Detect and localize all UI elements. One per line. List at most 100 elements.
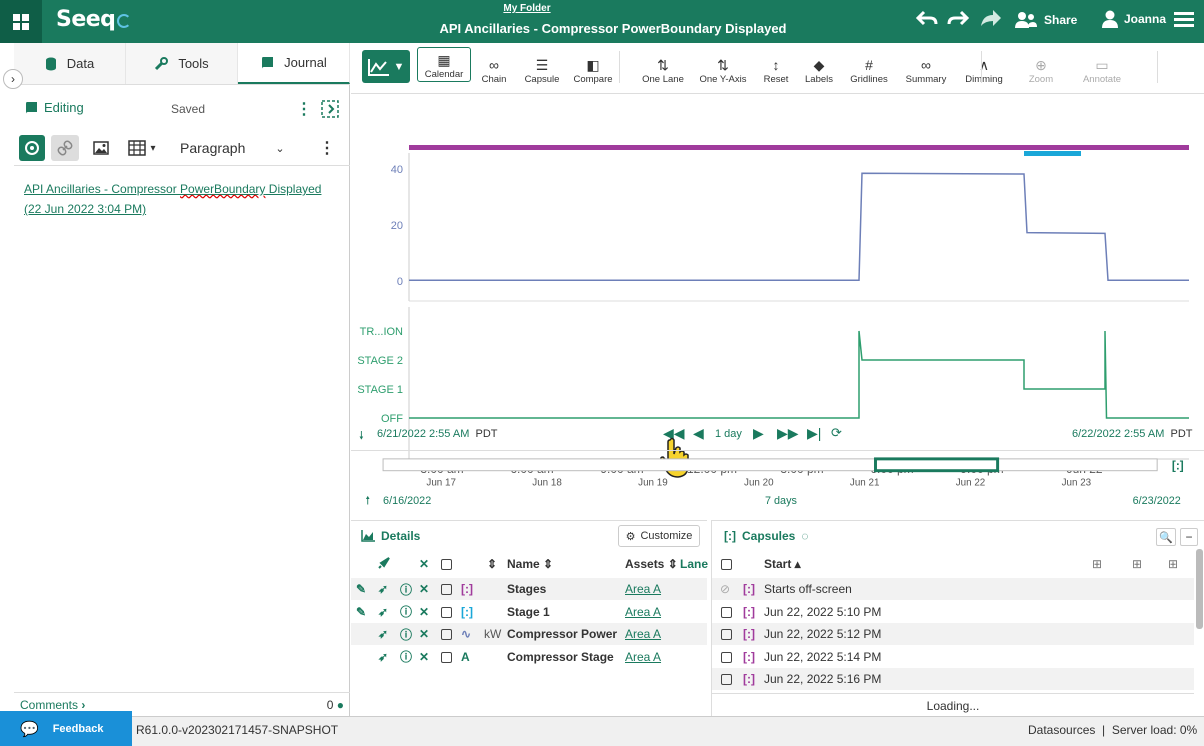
editing-indicator[interactable]: Editing xyxy=(24,100,84,115)
tab-tools[interactable]: Tools xyxy=(126,43,238,84)
pencil-icon[interactable]: ✎ xyxy=(356,605,366,619)
paragraph-select[interactable]: Paragraph ⌄ xyxy=(170,135,310,161)
jump-to-end-icon[interactable]: ▶| xyxy=(807,425,821,442)
journal-entry-link[interactable]: API Ancillaries - Compressor PowerBounda… xyxy=(24,179,340,219)
sort-icon[interactable]: ⇕ xyxy=(487,557,497,571)
tool-reset[interactable]: ↕ Reset xyxy=(761,49,791,85)
add-column-2-icon[interactable]: ⊞ xyxy=(1132,557,1142,571)
asset-link[interactable]: Area A xyxy=(625,582,661,596)
step-forward-icon[interactable]: ▶ xyxy=(753,425,764,442)
select-all-checkbox[interactable] xyxy=(441,559,452,570)
refresh-icon[interactable]: ⟳ xyxy=(831,425,842,441)
tool-capsule[interactable]: ☰ Capsule xyxy=(521,49,563,85)
insert-table-button[interactable]: ▾ xyxy=(120,135,164,161)
insert-image-button[interactable] xyxy=(89,135,113,161)
remove-icon[interactable]: ✕ xyxy=(419,582,429,596)
tab-journal[interactable]: Journal xyxy=(238,43,350,84)
tool-annotate[interactable]: ▭ Annotate xyxy=(1079,49,1125,85)
range-end[interactable]: 6/22/2022 2:55 AM PDT xyxy=(1072,428,1192,440)
tool-compare[interactable]: ◧ Compare xyxy=(571,49,615,85)
more-options-icon[interactable]: ⋮ xyxy=(319,135,335,161)
tool-summary[interactable]: ∞ Summary xyxy=(903,49,949,85)
kebab-menu-icon[interactable]: ⋮ xyxy=(296,99,312,119)
zoom-in-icon[interactable]: 🔍 xyxy=(1156,528,1176,546)
add-column-icon[interactable]: ⊞ xyxy=(1092,557,1102,571)
rocket-icon[interactable]: ➶ xyxy=(378,650,388,664)
details-row[interactable]: ➶ ⓘ ✕ A Compressor Stage Area A xyxy=(351,646,707,668)
rocket-icon[interactable]: ➶ xyxy=(378,605,388,619)
details-row[interactable]: ➶ ⓘ ✕ ∿ kW Compressor Power Area A xyxy=(351,623,707,645)
capsule-row[interactable]: [:] Jun 22, 2022 5:16 PM xyxy=(712,668,1194,690)
collapse-panel-button[interactable]: › xyxy=(3,69,23,89)
customize-button[interactable]: ⚙ Customize xyxy=(618,525,700,547)
pencil-icon[interactable]: ✎ xyxy=(356,582,366,596)
info-icon[interactable]: ⓘ xyxy=(400,648,412,665)
capsule-checkbox[interactable] xyxy=(721,606,732,618)
asset-link[interactable]: Area A xyxy=(625,650,661,664)
remove-all-icon[interactable]: ✕ xyxy=(419,557,429,571)
assets-column-header[interactable]: Assets ⇕ xyxy=(625,557,678,571)
tool-calendar[interactable]: ▦ Calendar xyxy=(417,47,471,82)
tool-chain[interactable]: ∞ Chain xyxy=(479,49,509,85)
capsules-scrollbar[interactable] xyxy=(1196,549,1203,629)
undo-icon[interactable] xyxy=(915,8,938,34)
app-menu-button[interactable] xyxy=(0,0,42,43)
info-icon[interactable]: ⓘ xyxy=(400,603,412,620)
row-checkbox[interactable] xyxy=(441,651,452,663)
share-button[interactable]: Share xyxy=(1014,10,1077,30)
overview-timeline[interactable]: [:] Jun 17 Jun 18 Jun 19 Jun 20 Jun 21 Jun 22 J… xyxy=(351,450,1204,516)
details-row[interactable]: ✎ ➶ ⓘ ✕ [:] Stages Area A xyxy=(351,578,707,600)
forward-icon[interactable] xyxy=(979,8,1003,34)
details-row[interactable]: ✎ ➶ ⓘ ✕ [:] Stage 1 Area A xyxy=(351,601,707,623)
info-icon[interactable]: ⓘ xyxy=(400,581,412,598)
folder-link[interactable]: My Folder xyxy=(500,3,554,14)
feedback-button[interactable]: 💬 Feedback xyxy=(0,711,132,746)
datasources-link[interactable]: Datasources xyxy=(1028,723,1095,737)
tool-zoom[interactable]: ⊕ Zoom xyxy=(1023,49,1059,85)
capsule-row[interactable]: ⊘ [:] Starts off-screen xyxy=(712,578,1194,600)
remove-icon[interactable]: ✕ xyxy=(419,627,429,641)
range-start[interactable]: 6/21/2022 2:55 AM PDT xyxy=(377,428,497,440)
tool-gridlines[interactable]: # Gridlines xyxy=(847,49,891,85)
capsule-row[interactable]: [:] Jun 22, 2022 5:10 PM xyxy=(712,601,1194,623)
workbook-title[interactable]: API Ancillaries - Compressor PowerBounda… xyxy=(300,21,926,36)
asset-link[interactable]: Area A xyxy=(625,605,661,619)
add-column-3-icon[interactable]: ⊞ xyxy=(1168,557,1178,571)
redo-icon[interactable] xyxy=(947,8,970,34)
expand-journal-icon[interactable] xyxy=(321,100,339,121)
row-checkbox[interactable] xyxy=(441,584,452,595)
rocket-icon[interactable] xyxy=(378,556,390,572)
lane-column-header[interactable]: Lane xyxy=(680,557,708,571)
asset-link[interactable]: Area A xyxy=(625,627,661,641)
capsule-checkbox[interactable] xyxy=(721,674,732,685)
tool-dimming[interactable]: ∧ Dimming xyxy=(963,49,1005,85)
row-checkbox[interactable] xyxy=(441,629,452,640)
rocket-icon[interactable]: ➶ xyxy=(378,582,388,596)
capsule-checkbox[interactable] xyxy=(721,629,732,640)
range-duration[interactable]: 1 day xyxy=(715,428,742,440)
info-icon[interactable]: ⓘ xyxy=(400,626,412,643)
capsule-checkbox[interactable] xyxy=(721,651,732,663)
tool-one-y-axis[interactable]: ⇅ One Y-Axis xyxy=(697,49,749,85)
capsule-row[interactable]: [:] Jun 22, 2022 5:12 PM xyxy=(712,623,1194,645)
tab-data[interactable]: Data xyxy=(14,43,126,84)
seeq-logo[interactable]: Seeq xyxy=(56,7,132,32)
step-forward-full-icon[interactable]: ▶▶ xyxy=(777,425,799,442)
link-button[interactable] xyxy=(51,135,79,161)
minimize-icon[interactable]: − xyxy=(1180,528,1198,546)
capsule-row[interactable]: [:] Jun 22, 2022 5:14 PM xyxy=(712,646,1194,668)
tool-one-lane[interactable]: ⇅ One Lane xyxy=(641,49,685,85)
comments-toggle[interactable]: Comments › xyxy=(20,698,85,712)
user-menu[interactable]: Joanna xyxy=(1102,10,1166,28)
start-column-header[interactable]: Start ▴ xyxy=(764,557,801,571)
select-all-capsules-checkbox[interactable] xyxy=(721,559,732,570)
down-arrow-icon[interactable]: 🠗 xyxy=(359,427,364,446)
tool-labels[interactable]: ◆ Labels xyxy=(803,49,835,85)
row-checkbox[interactable] xyxy=(441,606,452,618)
step-back-icon[interactable]: ◀ xyxy=(693,425,704,442)
remove-icon[interactable]: ✕ xyxy=(419,605,429,619)
hamburger-menu-icon[interactable] xyxy=(1174,9,1194,32)
view-selector-button[interactable]: ▼ xyxy=(362,50,410,83)
insert-seeq-content-button[interactable] xyxy=(19,135,45,161)
remove-icon[interactable]: ✕ xyxy=(419,650,429,664)
